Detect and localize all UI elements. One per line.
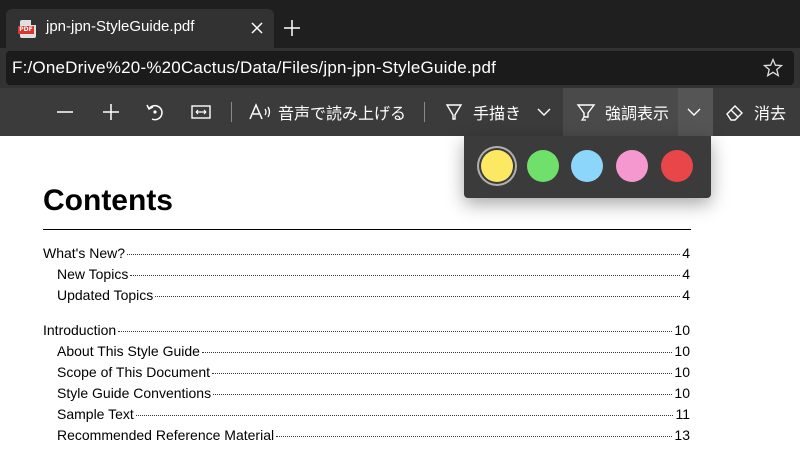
pen-icon bbox=[445, 104, 463, 120]
toc-entry[interactable]: New Topics 4 bbox=[43, 266, 690, 286]
toc-entry-title: Recommended Reference Material bbox=[57, 427, 275, 443]
zoom-in-button[interactable] bbox=[100, 88, 128, 136]
toc-entry-page: 10 bbox=[674, 385, 690, 401]
toc-entry-page: 4 bbox=[682, 245, 690, 261]
toc-entry[interactable]: What's New? 4 bbox=[43, 245, 690, 265]
toc-entry[interactable]: Updated Topics 4 bbox=[43, 287, 690, 307]
toc-entry-page: 10 bbox=[674, 343, 690, 359]
toc-entry-title: Sample Text bbox=[57, 406, 134, 422]
color-swatch-yellow[interactable] bbox=[481, 150, 513, 182]
highlight-button[interactable]: 強調表示 bbox=[575, 88, 669, 136]
toc-entry-page: 11 bbox=[675, 406, 690, 422]
toc-leader-dots bbox=[130, 275, 681, 276]
toc-entry-title: Scope of This Document bbox=[57, 364, 211, 380]
minus-icon bbox=[57, 111, 73, 113]
page-title: Contents bbox=[43, 184, 173, 217]
highlight-color-flyout bbox=[464, 136, 711, 198]
read-aloud-button[interactable]: 音声で読み上げる bbox=[248, 88, 406, 136]
heading-divider bbox=[43, 229, 691, 230]
read-aloud-label: 音声で読み上げる bbox=[278, 104, 407, 123]
draw-button[interactable]: 手描き bbox=[443, 88, 521, 136]
tab-title: jpn-jpn-StyleGuide.pdf bbox=[46, 18, 195, 35]
favorite-star-icon[interactable] bbox=[762, 57, 784, 79]
erase-label: 消去 bbox=[754, 104, 787, 123]
tab-pdf[interactable]: PDF jpn-jpn-StyleGuide.pdf bbox=[6, 9, 274, 48]
toc-entry[interactable]: Style Guide Conventions 10 bbox=[43, 385, 690, 405]
toc-leader-dots bbox=[135, 415, 674, 416]
rotate-icon bbox=[146, 104, 163, 121]
plus-icon bbox=[103, 104, 119, 120]
toc-entry-page: 4 bbox=[682, 287, 690, 303]
color-swatch-blue[interactable] bbox=[571, 150, 603, 182]
toc-entry-title: Updated Topics bbox=[57, 287, 154, 303]
toc-leader-dots bbox=[212, 373, 673, 374]
toc-entry-title: Introduction bbox=[43, 322, 117, 338]
toc-leader-dots bbox=[201, 352, 673, 353]
toc-entry-title: What's New? bbox=[43, 245, 126, 261]
highlight-options-button[interactable] bbox=[685, 88, 707, 136]
draw-options-button[interactable] bbox=[535, 88, 557, 136]
toc-entry-page: 10 bbox=[674, 322, 690, 338]
chevron-down-icon bbox=[537, 108, 551, 116]
tab-strip: PDF jpn-jpn-StyleGuide.pdf bbox=[0, 0, 800, 48]
toc-entry-page: 10 bbox=[674, 364, 690, 380]
pdf-file-icon: PDF bbox=[18, 20, 36, 38]
erase-button[interactable]: 消去 bbox=[724, 88, 786, 136]
toc-leader-dots bbox=[155, 296, 681, 297]
color-swatch-red[interactable] bbox=[661, 150, 693, 182]
toc-entry-title: New Topics bbox=[57, 266, 129, 282]
pdf-toolbar: 音声で読み上げる 手描き 強調表示 消去 bbox=[0, 88, 800, 136]
toc-entry[interactable]: Sample Text 11 bbox=[43, 406, 690, 426]
fit-to-width-button[interactable] bbox=[190, 88, 218, 136]
toc-entry-page: 4 bbox=[682, 266, 690, 282]
toc-leader-dots bbox=[213, 394, 673, 395]
toc-entry-title: About This Style Guide bbox=[57, 343, 200, 359]
close-icon[interactable] bbox=[246, 17, 268, 39]
color-swatch-pink[interactable] bbox=[616, 150, 648, 182]
toc-entry-page: 13 bbox=[674, 427, 690, 443]
color-swatch-green[interactable] bbox=[527, 150, 559, 182]
toc-entry-title: Style Guide Conventions bbox=[57, 385, 212, 401]
eraser-icon bbox=[726, 105, 743, 121]
toc-entry[interactable]: Recommended Reference Material 13 bbox=[43, 427, 690, 447]
address-bar: F:/OneDrive%20-%20Cactus/Data/Files/jpn-… bbox=[0, 48, 800, 88]
toc-leader-dots bbox=[127, 254, 681, 255]
toc-leader-dots bbox=[118, 331, 673, 332]
zoom-out-button[interactable] bbox=[54, 88, 82, 136]
rotate-button[interactable] bbox=[144, 88, 172, 136]
toolbar-separator bbox=[231, 102, 232, 122]
pdf-badge: PDF bbox=[18, 26, 34, 34]
toc-leader-dots bbox=[276, 436, 673, 437]
url-input[interactable]: F:/OneDrive%20-%20Cactus/Data/Files/jpn-… bbox=[6, 51, 794, 85]
fit-width-icon bbox=[191, 105, 211, 119]
toc-entry[interactable]: About This Style Guide 10 bbox=[43, 343, 690, 363]
highlight-label: 強調表示 bbox=[605, 104, 670, 123]
toolbar-separator bbox=[424, 102, 425, 122]
draw-label: 手描き bbox=[473, 104, 522, 123]
new-tab-plus-icon[interactable] bbox=[280, 16, 304, 40]
highlighter-icon bbox=[576, 104, 596, 121]
read-aloud-icon bbox=[249, 103, 271, 120]
toc-entry[interactable]: Scope of This Document 10 bbox=[43, 364, 690, 384]
chevron-down-icon bbox=[687, 108, 701, 116]
url-text: F:/OneDrive%20-%20Cactus/Data/Files/jpn-… bbox=[12, 58, 497, 77]
toc-entry[interactable]: Introduction 10 bbox=[43, 322, 690, 342]
